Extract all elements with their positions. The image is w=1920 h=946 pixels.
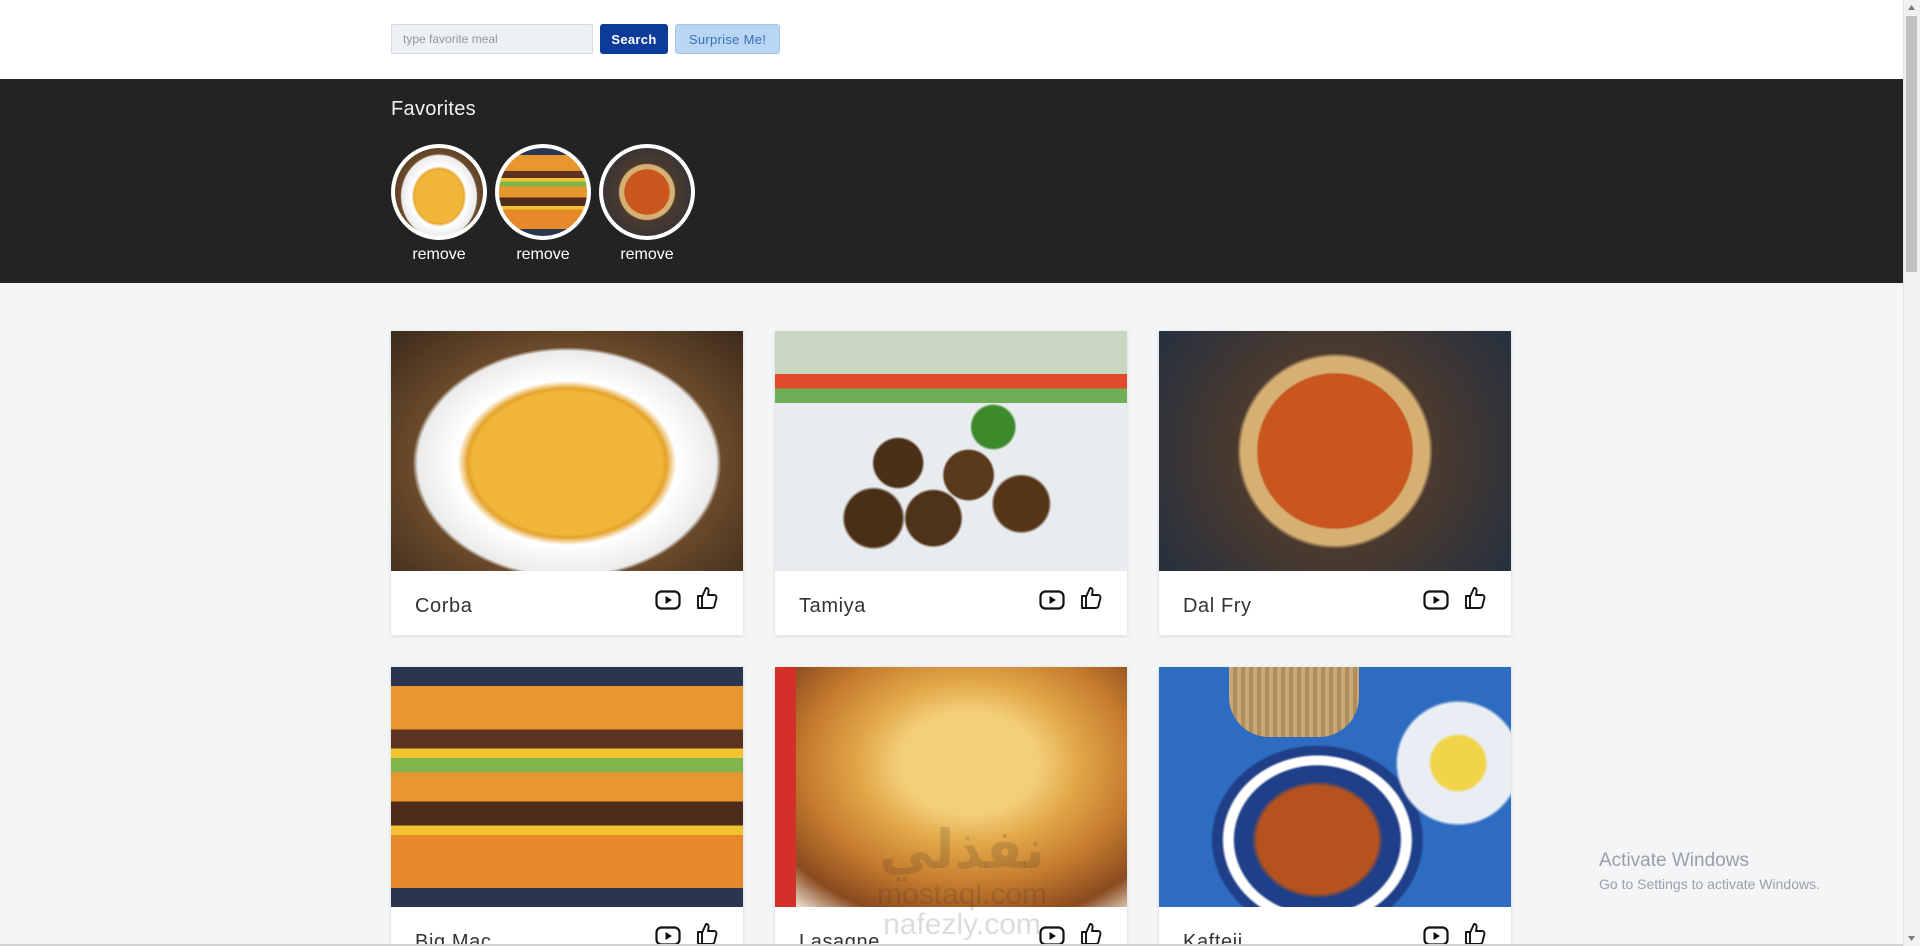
favorite-item: remove — [391, 144, 487, 264]
meal-name: Tamiya — [799, 595, 866, 617]
favorite-image-dal-fry[interactable] — [599, 144, 695, 240]
meal-card: Kafteji — [1159, 667, 1511, 946]
meal-card: Corba — [391, 331, 743, 635]
youtube-icon[interactable] — [655, 925, 681, 946]
basket-decoration — [1229, 667, 1359, 737]
meal-name: Dal Fry — [1183, 595, 1252, 617]
meal-card-footer: Big Mac — [391, 907, 743, 946]
meal-card-footer: Tamiya — [775, 571, 1127, 635]
activate-title: Activate Windows — [1599, 850, 1749, 871]
youtube-icon[interactable] — [1423, 925, 1449, 946]
scroll-up-arrow-icon[interactable] — [1907, 4, 1916, 12]
activate-windows-notice: Activate Windows Go to Settings to activ… — [1599, 850, 1820, 892]
favorite-item: remove — [495, 144, 591, 264]
meal-card: Lasagne — [775, 667, 1127, 946]
meal-card-footer: Lasagne — [775, 907, 1127, 946]
meal-image-lasagne — [775, 667, 1127, 907]
favorite-remove-button[interactable]: remove — [495, 246, 591, 264]
youtube-icon[interactable] — [1423, 589, 1449, 611]
thumbs-up-icon[interactable] — [1079, 921, 1103, 946]
meal-card: Dal Fry — [1159, 331, 1511, 635]
thumbs-up-icon[interactable] — [695, 585, 719, 611]
meal-card: Big Mac — [391, 667, 743, 946]
favorite-remove-button[interactable]: remove — [391, 246, 487, 264]
favorite-image-burger[interactable] — [495, 144, 591, 240]
scrollbar-thumb[interactable] — [1906, 16, 1917, 272]
favorites-title: Favorites — [391, 98, 476, 120]
scroll-down-arrow-icon[interactable] — [1907, 934, 1916, 942]
meal-image-dal-fry — [1159, 331, 1511, 571]
favorites-section: Favorites remove remove remove — [0, 79, 1903, 283]
meal-image-falafel — [775, 331, 1127, 571]
thumbs-up-icon[interactable] — [1463, 921, 1487, 946]
meal-card-footer: Corba — [391, 571, 743, 635]
youtube-icon[interactable] — [655, 589, 681, 611]
youtube-icon[interactable] — [1039, 589, 1065, 611]
meal-card: Tamiya — [775, 331, 1127, 635]
favorite-item: remove — [599, 144, 695, 264]
surprise-me-button[interactable]: Surprise Me! — [675, 24, 780, 54]
meal-card-footer: Kafteji — [1159, 907, 1511, 946]
meal-image-burger — [391, 667, 743, 907]
thumbs-up-icon[interactable] — [695, 921, 719, 946]
search-button[interactable]: Search — [600, 24, 668, 54]
thumbs-up-icon[interactable] — [1463, 585, 1487, 611]
youtube-icon[interactable] — [1039, 925, 1065, 946]
meal-name: Corba — [415, 595, 473, 617]
meal-image-kafteji — [1159, 667, 1511, 907]
meal-image-lentil-soup — [391, 331, 743, 571]
activate-subtitle: Go to Settings to activate Windows. — [1599, 876, 1820, 892]
search-bar: Search Surprise Me! — [0, 0, 1903, 79]
search-input[interactable] — [391, 24, 593, 54]
favorite-image-lentil-soup[interactable] — [391, 144, 487, 240]
favorite-remove-button[interactable]: remove — [599, 246, 695, 264]
meal-card-footer: Dal Fry — [1159, 571, 1511, 635]
thumbs-up-icon[interactable] — [1079, 585, 1103, 611]
